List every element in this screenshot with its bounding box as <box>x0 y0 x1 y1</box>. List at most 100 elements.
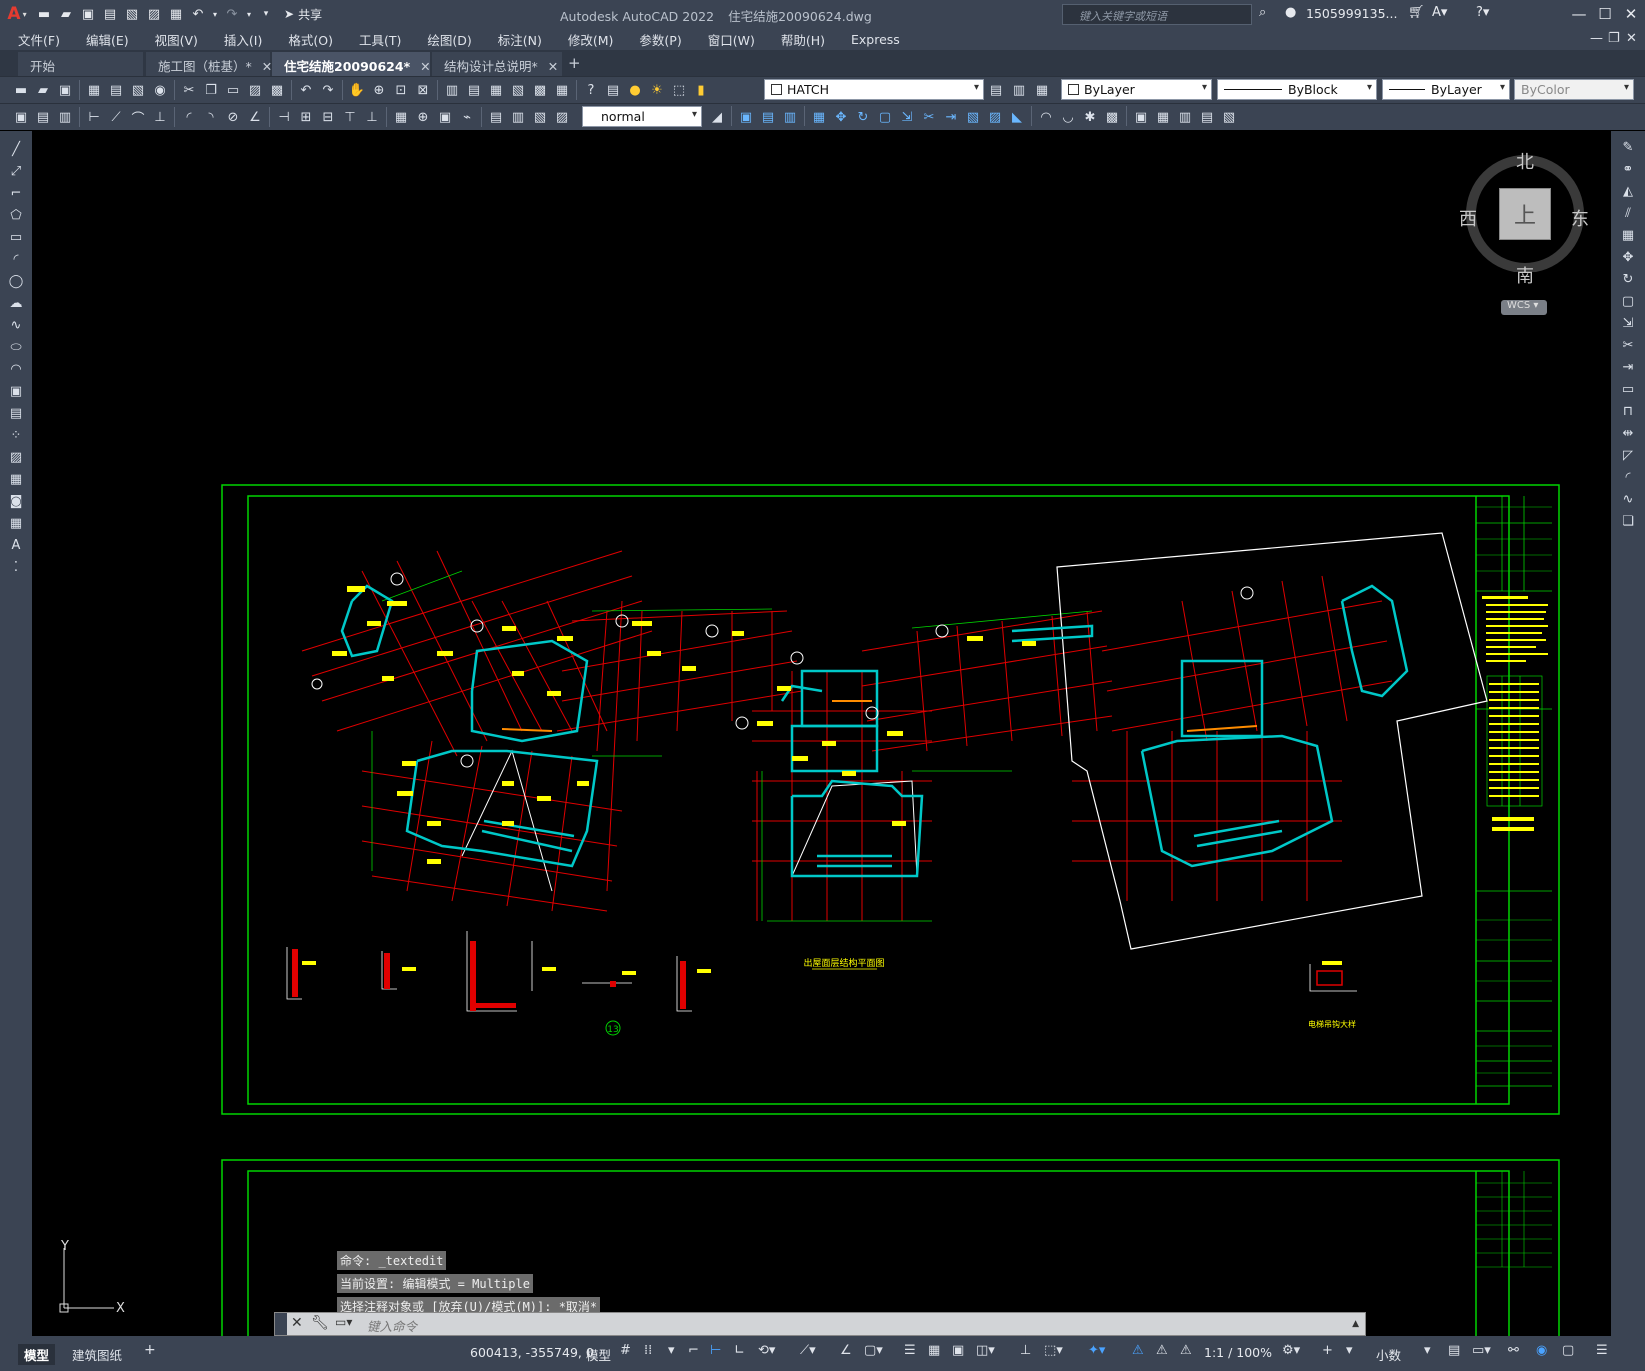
edit-array-icon[interactable]: ▥ <box>1174 106 1196 128</box>
annotation-scale-dropdown[interactable]: 1:1 / 100% <box>1204 1345 1272 1360</box>
menu-edit[interactable]: 编辑(E) <box>86 30 129 49</box>
close-button[interactable]: ✕ <box>1616 3 1645 25</box>
menu-insert[interactable]: 插入(I) <box>224 30 262 49</box>
customize-wrench-icon[interactable]: 🔧︎ <box>311 1315 329 1331</box>
snap-dropdown-icon[interactable]: ▾ <box>668 1343 675 1358</box>
dim-style-manager-icon[interactable]: ◢ <box>706 106 728 128</box>
copy-icon[interactable]: ❐ <box>200 79 222 101</box>
copy-object-icon[interactable]: ▣ <box>735 106 757 128</box>
add-selected-icon[interactable]: ⁚ <box>6 557 26 577</box>
tool-palettes-icon[interactable]: ▦ <box>485 79 507 101</box>
redo-dropdown-icon[interactable]: ▾ <box>244 4 254 24</box>
jogged-linear-icon[interactable]: ⌁ <box>456 106 478 128</box>
gradient-icon[interactable]: ▦ <box>6 469 26 489</box>
close-tab-icon[interactable]: ✕ <box>548 59 558 74</box>
infer-constraints-icon[interactable]: ⌐ <box>688 1343 699 1358</box>
chamfer-icon[interactable]: ◣ <box>1006 106 1028 128</box>
mirror-icon[interactable]: ◭ <box>1618 181 1638 201</box>
selection-filter-icon[interactable]: ⬚▾ <box>1044 1343 1063 1358</box>
spline-icon[interactable]: ∿ <box>6 315 26 335</box>
chamfer-icon[interactable]: ◸ <box>1618 445 1638 465</box>
menu-tools[interactable]: 工具(T) <box>359 30 401 49</box>
undo-icon[interactable]: ↶ <box>188 4 208 24</box>
model-space-toggle[interactable]: 模型 <box>586 1345 611 1364</box>
help-icon[interactable]: ?▾ <box>1476 5 1489 20</box>
zoom-realtime-icon[interactable]: ⊕ <box>368 79 390 101</box>
color-dropdown[interactable]: ByLayer ▾ <box>1061 79 1212 100</box>
viewcube[interactable]: 北 南 东 西 上 WCS ▾ <box>1459 148 1589 318</box>
compass-south[interactable]: 南 <box>1516 262 1534 288</box>
markup-icon[interactable]: ▩ <box>529 79 551 101</box>
qnew-icon[interactable]: ▬ <box>10 79 32 101</box>
multiline-text-icon[interactable]: A <box>6 535 26 555</box>
command-history-toggle-icon[interactable]: ▲ <box>1352 1319 1359 1329</box>
annotation-visibility-icon[interactable]: ⚠ <box>1132 1343 1144 1358</box>
new-file-icon[interactable]: ▬ <box>34 4 54 24</box>
rectangle-icon[interactable]: ▭ <box>6 227 26 247</box>
blend-icon[interactable]: ◡ <box>1057 106 1079 128</box>
scale-icon[interactable]: ▢ <box>874 106 896 128</box>
dimstyle-dropdown[interactable]: normal ▾ <box>582 106 702 127</box>
object-snap-tracking-icon[interactable]: ∠ <box>840 1343 852 1358</box>
tab-model[interactable]: 模型 <box>18 1344 56 1365</box>
units-chevron-icon[interactable]: ▾ <box>1424 1343 1431 1358</box>
tab-layout-drawings[interactable]: 建筑图纸 <box>66 1344 128 1365</box>
quickcalc-icon[interactable]: ▦ <box>551 79 573 101</box>
move-icon[interactable]: ✥ <box>830 106 852 128</box>
edit-polyline-icon[interactable]: ▩ <box>1101 106 1123 128</box>
doc-restore-icon[interactable]: ❐ <box>1608 31 1620 46</box>
viewcube-top-face[interactable]: 上 <box>1499 188 1551 240</box>
linear-dim-icon[interactable]: ⊢ <box>83 106 105 128</box>
units-dropdown[interactable]: 小数 <box>1376 1345 1401 1364</box>
dynamic-input-icon[interactable]: ⊢ <box>710 1343 721 1358</box>
menu-draw[interactable]: 绘图(D) <box>427 30 471 49</box>
array-icon[interactable]: ▦ <box>1618 225 1638 245</box>
cut-icon[interactable]: ✂ <box>178 79 200 101</box>
join-icon[interactable]: ⇹ <box>1618 423 1638 443</box>
menu-express[interactable]: Express <box>851 32 900 47</box>
polar-tracking-icon[interactable]: ⟲▾ <box>758 1343 775 1358</box>
rotate-icon[interactable]: ↻ <box>852 106 874 128</box>
construction-line-icon[interactable]: ⤢ <box>6 161 26 181</box>
customize-qat-icon[interactable]: ▾ <box>256 4 276 24</box>
rotate-icon[interactable]: ↻ <box>1618 269 1638 289</box>
diameter-dim-icon[interactable]: ⊘ <box>222 106 244 128</box>
fillet-icon[interactable]: ◠ <box>1035 106 1057 128</box>
open-folder-icon[interactable]: ▰ <box>56 4 76 24</box>
dim-update-icon[interactable]: ▧ <box>529 106 551 128</box>
hardware-acceleration-icon[interactable]: ◉ <box>1536 1343 1547 1358</box>
tab-structural-notes[interactable]: 结构设计总说明* ✕ <box>432 52 562 76</box>
stretch-icon[interactable]: ⇲ <box>896 106 918 128</box>
doc-close-icon[interactable]: ✕ <box>1626 31 1637 46</box>
share-button[interactable]: ➤ 共享 <box>278 6 328 23</box>
arc-icon[interactable]: ◜ <box>6 249 26 269</box>
grid-icon[interactable]: # <box>620 1343 631 1358</box>
user-name[interactable]: 1505999135... <box>1306 6 1397 21</box>
copy-icon[interactable]: ⚭ <box>1618 159 1638 179</box>
layer-state-icon[interactable]: ▦ <box>1031 79 1053 101</box>
close-tab-icon[interactable]: ✕ <box>262 59 272 74</box>
open-icon[interactable]: ▰ <box>32 79 54 101</box>
make-current-layer-icon[interactable]: ▤ <box>985 79 1007 101</box>
fillet-icon[interactable]: ◜ <box>1618 467 1638 487</box>
join-icon[interactable]: ▨ <box>984 106 1006 128</box>
ellipse-icon[interactable]: ⬭ <box>6 337 26 357</box>
extend-icon[interactable]: ⇥ <box>1618 357 1638 377</box>
publish-icon[interactable]: ▧ <box>127 79 149 101</box>
lineweight-dropdown[interactable]: ByLayer ▾ <box>1382 79 1510 100</box>
aligned-dim-icon[interactable]: ⟋ <box>105 106 127 128</box>
edit-attribute-icon[interactable]: ▤ <box>1196 106 1218 128</box>
tab-start[interactable]: 开始 <box>18 52 143 76</box>
polyline-icon[interactable]: ⌐ <box>6 183 26 203</box>
user-icon[interactable]: ● <box>1285 5 1296 20</box>
compass-north[interactable]: 北 <box>1516 148 1534 174</box>
tab-residential-structure[interactable]: 住宅结施20090624* ✕ <box>272 52 431 76</box>
customization-icon[interactable]: ☰ <box>1596 1343 1608 1358</box>
baseline-dim-icon[interactable]: ⊞ <box>295 106 317 128</box>
gizmo-icon[interactable]: ✦▾ <box>1088 1343 1105 1358</box>
selection-cycling-icon[interactable]: ▣ <box>952 1343 964 1358</box>
layer-unlock-icon[interactable]: ▮ <box>690 79 712 101</box>
menu-format[interactable]: 格式(O) <box>288 30 333 49</box>
add-layout-icon[interactable]: + <box>138 1341 162 1359</box>
lock-ui-icon[interactable]: ▭▾ <box>1472 1343 1491 1358</box>
